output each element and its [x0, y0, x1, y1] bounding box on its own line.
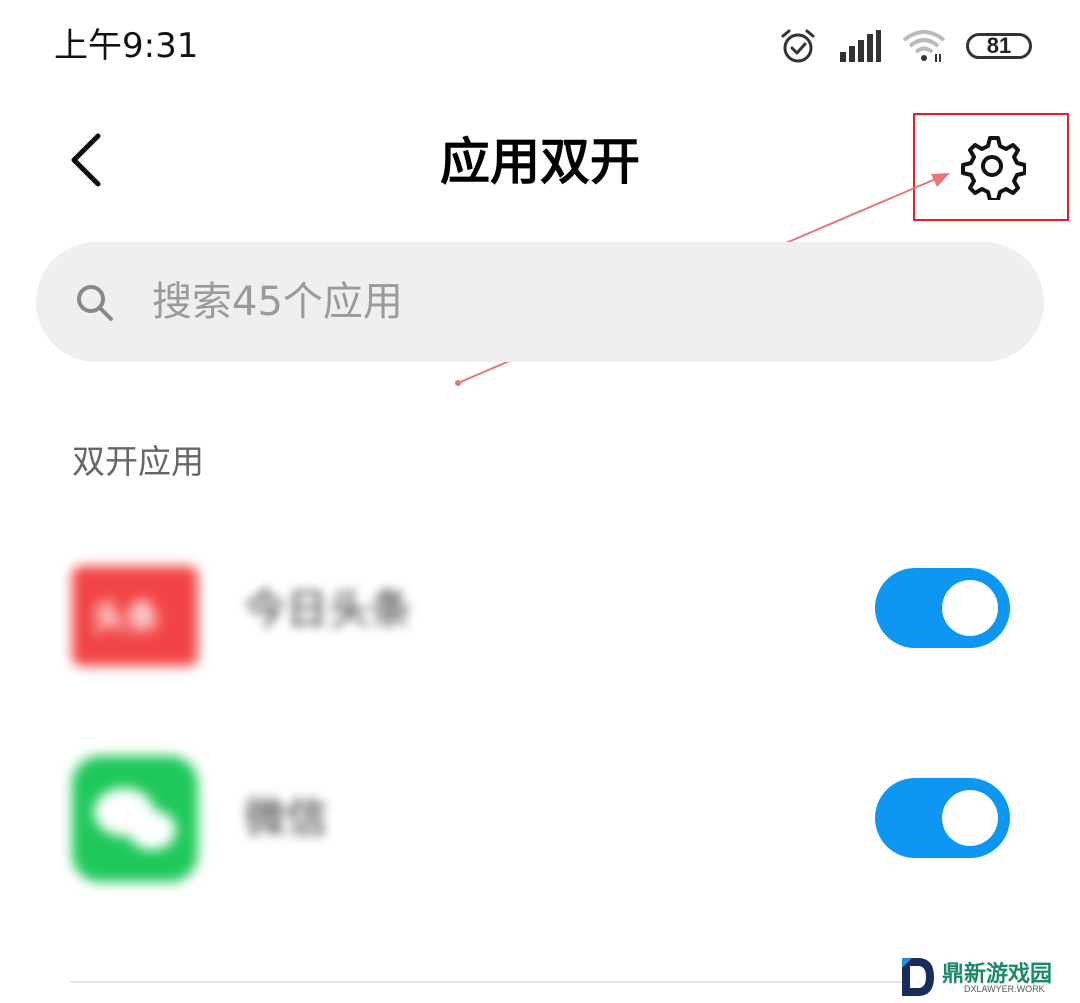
wechat-icon: [72, 756, 198, 882]
app-twin-toggle[interactable]: [875, 568, 1010, 648]
search-icon: [77, 285, 113, 321]
list-item-app: 头条 今日头条: [0, 540, 1080, 680]
gear-icon: [961, 136, 1027, 202]
list-item-app: 微信: [0, 748, 1080, 888]
divider: [70, 981, 908, 983]
section-header: 双开应用: [72, 442, 204, 481]
watermark-sub: DXLAWYER.WORK: [964, 984, 1045, 994]
status-time: 上午9:31: [54, 26, 199, 66]
search-input[interactable]: [150, 278, 974, 326]
signal-icon: [840, 30, 881, 62]
page-title: 应用双开: [440, 133, 640, 191]
app-twin-settings-screen: 上午9:31 81 应用双开 搜索45个应用 双开应用 头条 今日头条 微信 鼎…: [0, 0, 1080, 1003]
app-name: 今日头条: [244, 585, 413, 634]
status-icons: 81: [778, 24, 1032, 68]
search-bar[interactable]: [36, 242, 1044, 362]
toggle-knob: [942, 790, 998, 846]
toutiao-icon: 头条: [72, 566, 198, 666]
app-icon-label: 头条: [92, 598, 160, 638]
app-twin-toggle[interactable]: [875, 778, 1010, 858]
wechat-bubbles-icon: [94, 788, 176, 850]
alarm-icon: [781, 29, 815, 63]
watermark-logo: [902, 958, 934, 996]
watermark: 鼎新游戏园 DXLAWYER.WORK: [898, 954, 1068, 1000]
app-name: 微信: [244, 793, 329, 842]
settings-button[interactable]: [958, 132, 1027, 202]
wifi-icon: [902, 30, 946, 62]
toggle-knob: [942, 580, 998, 636]
battery-indicator: 81: [966, 33, 1032, 59]
